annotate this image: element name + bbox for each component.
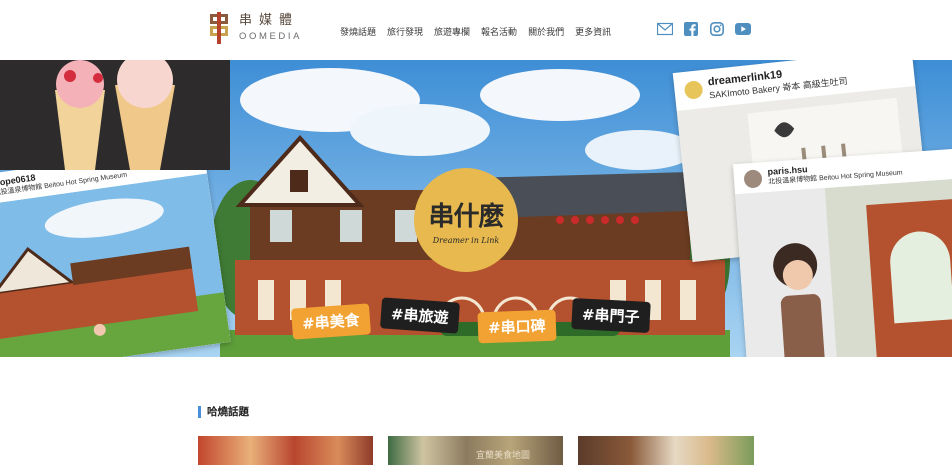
- logo-text: 串媒體 OOMEDIA: [239, 14, 302, 42]
- article-thumbnail[interactable]: 宜蘭美食地圖: [388, 436, 563, 465]
- section-marker: [198, 405, 201, 418]
- instagram-icon[interactable]: [709, 22, 725, 36]
- badge-title: 串什麼: [428, 201, 504, 232]
- tag-review[interactable]: #串口碑: [477, 309, 557, 344]
- logo-name-en: OOMEDIA: [239, 31, 303, 43]
- tag-travel[interactable]: #串旅遊: [380, 297, 460, 334]
- avatar: [683, 80, 704, 100]
- nav-item-events[interactable]: 報名活動: [481, 25, 517, 38]
- mail-icon[interactable]: [657, 22, 673, 36]
- article-thumbnail[interactable]: [578, 436, 754, 465]
- social-links: [657, 22, 751, 36]
- nav-item-travel-column[interactable]: 旅遊專欄: [434, 25, 470, 38]
- hero-badge: 串什麼 Dreamer in Link: [414, 168, 518, 272]
- tag-food[interactable]: #串美食: [291, 303, 371, 340]
- card-photo: [735, 178, 952, 357]
- site-header: 串媒體 OOMEDIA 發燒話題 旅行發現 旅遊專欄 報名活動 關於我們 更多資…: [0, 0, 952, 60]
- section-heading: 哈燒話題: [198, 404, 249, 419]
- photo-card-right-bottom[interactable]: paris.hsu 北投溫泉博物館 Beitou Hot Spring Muse…: [732, 148, 952, 357]
- facebook-icon[interactable]: [683, 22, 699, 36]
- nav-item-hot-topics[interactable]: 發燒話題: [340, 25, 376, 38]
- photo-card-left[interactable]: elope0618 北投溫泉博物館 Beitou Hot Spring Muse…: [0, 143, 231, 357]
- card-photo: [0, 173, 231, 357]
- nav-item-about[interactable]: 關於我們: [528, 25, 564, 38]
- logo-name-cn: 串媒體: [239, 13, 300, 29]
- hero-banner[interactable]: elope0618 北投溫泉博物館 Beitou Hot Spring Muse…: [0, 60, 952, 357]
- nav-item-more[interactable]: 更多資訊: [575, 25, 611, 38]
- tag-visit[interactable]: #串門子: [571, 297, 651, 334]
- youtube-icon[interactable]: [735, 22, 751, 36]
- nav-item-travel-discovery[interactable]: 旅行發現: [387, 25, 423, 38]
- section-title: 哈燒話題: [207, 406, 249, 418]
- thumbnail-label: 宜蘭美食地圖: [476, 451, 531, 461]
- main-nav: 發燒話題 旅行發現 旅遊專欄 報名活動 關於我們 更多資訊: [340, 25, 611, 38]
- article-thumbnail[interactable]: [198, 436, 373, 465]
- badge-subtitle: Dreamer in Link: [432, 235, 500, 245]
- logo-mark-icon: [207, 12, 231, 44]
- site-logo[interactable]: 串媒體 OOMEDIA: [207, 12, 302, 44]
- crepe-photo: [0, 60, 230, 170]
- avatar: [743, 169, 763, 189]
